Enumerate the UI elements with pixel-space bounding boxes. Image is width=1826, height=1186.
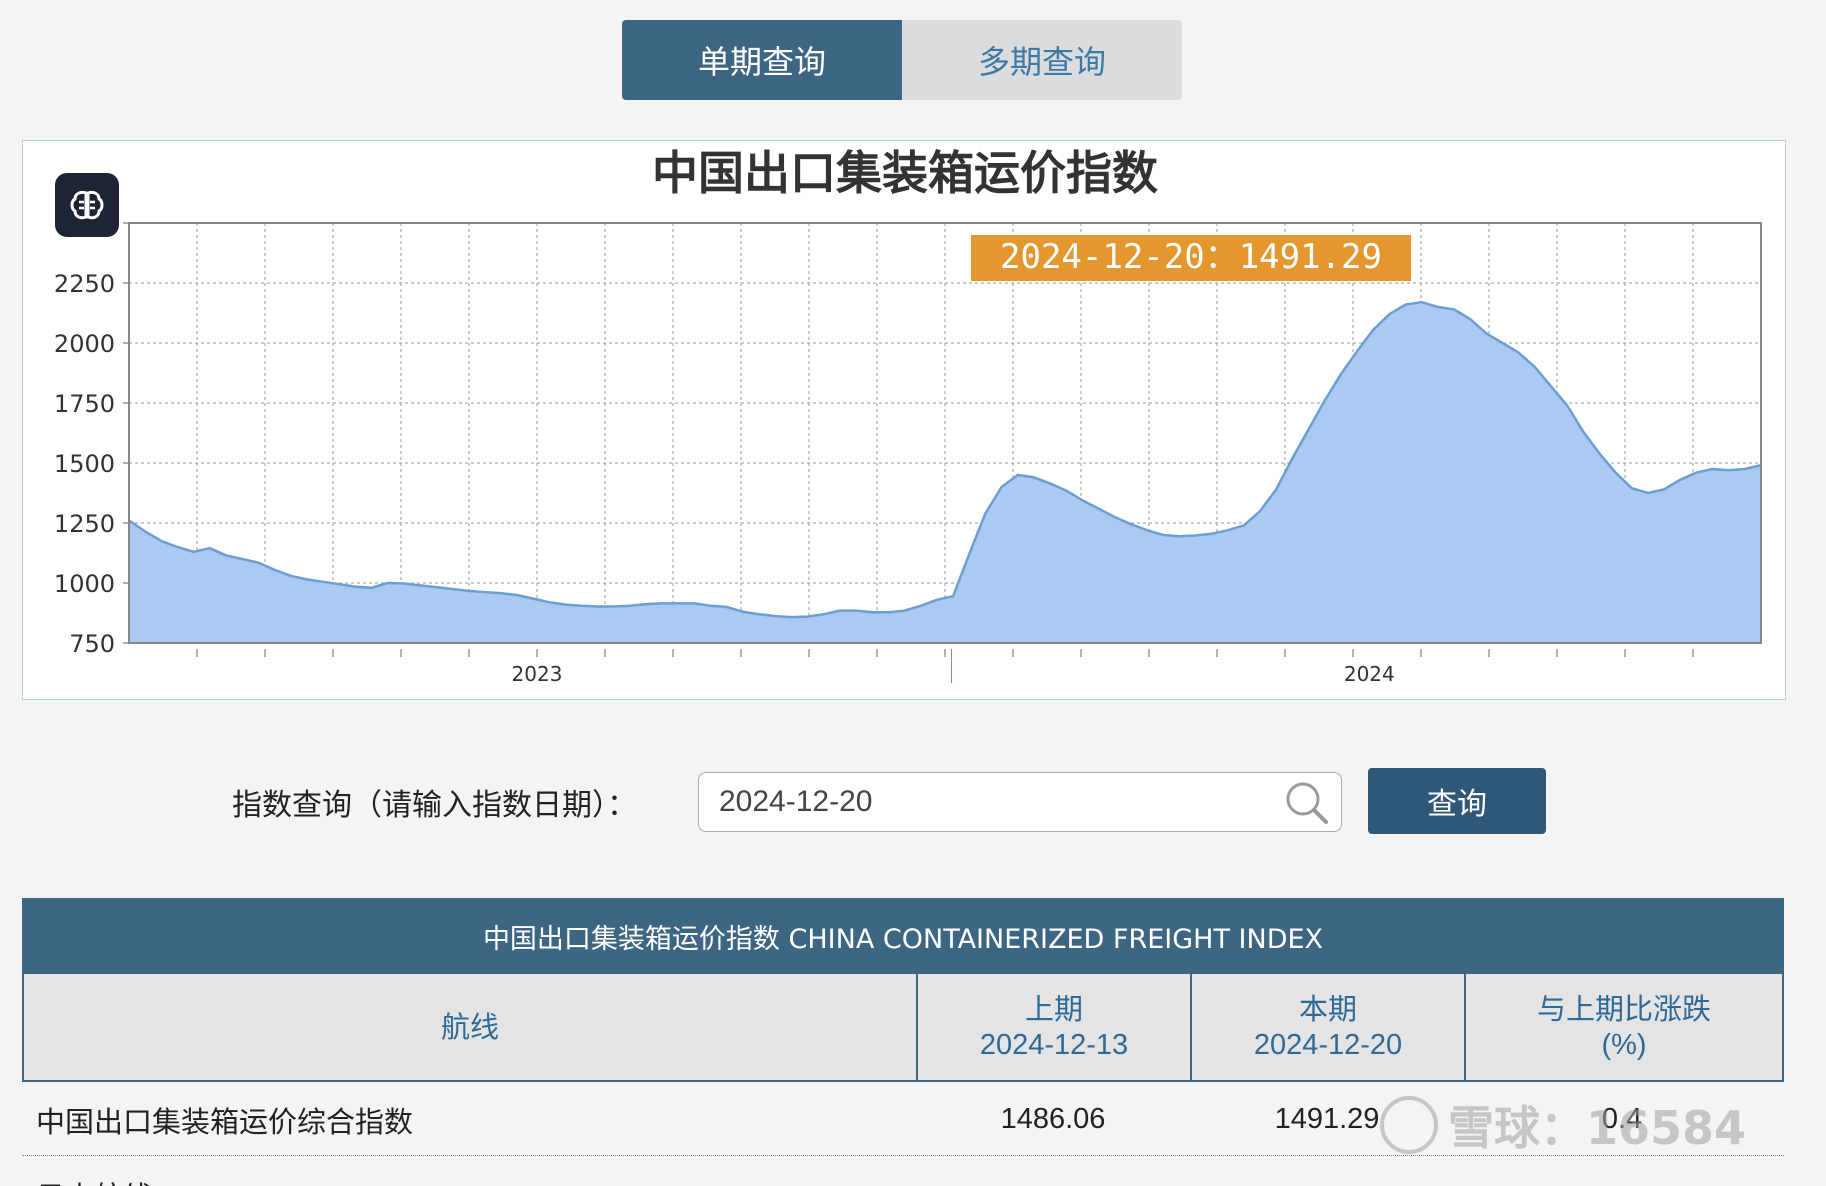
row-previous-value: 1486.06 [1000, 1103, 1106, 1135]
header-route-label: 航线 [440, 1010, 499, 1044]
ai-assistant-button[interactable] [55, 173, 119, 237]
index-chart: 中国出口集装箱运价指数 750 1000 1250 1500 1750 2000 2250 2… [54, 146, 1762, 686]
chart-title: 中国出口集装箱运价指数 [652, 146, 1158, 200]
tab-multi-period[interactable]: 多期查询 [902, 20, 1182, 100]
header-change-unit: (%) [1601, 1029, 1647, 1061]
y-tick-label: 1250 [54, 510, 115, 538]
header-route: 航线 [24, 974, 918, 1080]
brain-icon [70, 190, 104, 220]
header-previous: 上期 2024-12-13 [918, 974, 1192, 1080]
tab-single-period[interactable]: 单期查询 [622, 20, 902, 100]
header-change: 与上期比涨跌 (%) [1466, 974, 1782, 1080]
x-axis: 2023 2024 [196, 649, 1694, 686]
table-header: 航线 上期 2024-12-13 本期 2024-12-20 与上期比涨跌 (%… [22, 974, 1784, 1082]
header-current-date: 2024-12-20 [1253, 1029, 1403, 1061]
tooltip-text: 2024-12-20：1491.29 [1000, 237, 1382, 277]
y-tick-label: 1000 [54, 570, 115, 598]
header-previous-date: 2024-12-13 [979, 1029, 1129, 1061]
y-axis: 7501000125015001750200022502 [54, 210, 129, 658]
query-mode-tabs: 单期查询 多期查询 [622, 20, 1182, 100]
watermark-text: 雪球：16584 [1448, 1101, 1747, 1155]
header-current-label: 本期 [1298, 992, 1357, 1026]
query-label: 指数查询（请输入指数日期）： [232, 788, 637, 823]
header-current: 本期 2024-12-20 [1192, 974, 1466, 1080]
y-tick-label: 2000 [54, 330, 115, 358]
watermark: 雪球：16584 [1380, 1092, 1746, 1158]
x-tick-label: 2024 [1344, 662, 1395, 686]
chart-panel: 中国出口集装箱运价指数 750 1000 1250 1500 1750 2000 2250 2… [22, 140, 1786, 700]
date-input[interactable] [719, 773, 1279, 831]
y-tick-label: 1500 [54, 450, 115, 478]
hover-tooltip: 2024-12-20：1491.29 [971, 235, 1411, 281]
y-tick-label: 2250 [54, 270, 115, 298]
query-button[interactable]: 查询 [1368, 768, 1546, 834]
x-tick-label: 2023 [512, 662, 563, 686]
header-change-label: 与上期比涨跌 [1536, 992, 1711, 1026]
row-route: 日本航线 [36, 1174, 152, 1186]
search-icon[interactable] [1283, 779, 1331, 827]
row-route: 中国出口集装箱运价综合指数 [36, 1104, 414, 1139]
y-tick-label: 750 [69, 630, 115, 658]
header-previous-label: 上期 [1024, 992, 1083, 1026]
table-title: 中国出口集装箱运价指数 CHINA CONTAINERIZED FREIGHT … [22, 898, 1784, 974]
table-row: 日本航线 [22, 1158, 1784, 1186]
date-input-wrapper [698, 772, 1342, 832]
y-tick-label: 1750 [54, 390, 115, 418]
xueqiu-logo-icon [1380, 1096, 1438, 1154]
